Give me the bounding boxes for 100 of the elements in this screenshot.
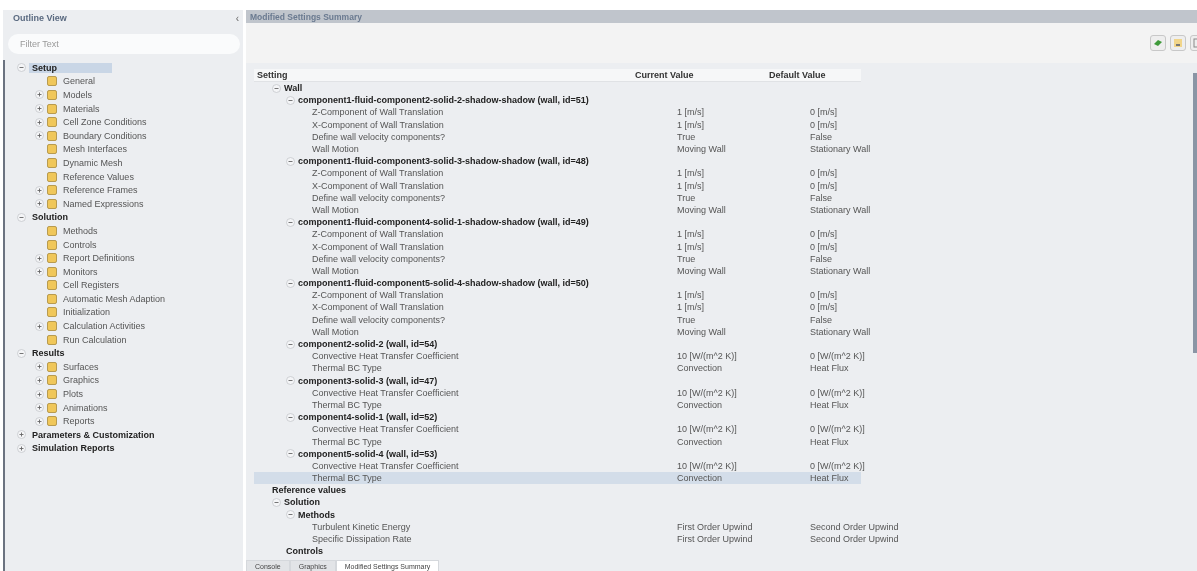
tree-node-icon [47,361,57,372]
expander-icon[interactable] [286,278,295,288]
expander-icon[interactable] [286,510,295,520]
setting-name: Specific Dissipation Rate [312,534,412,545]
tree-node-icon [47,171,57,182]
default-value: 0 [m/s] [809,290,838,301]
tree-node-icon [47,130,57,141]
tree-node-icon [47,185,57,196]
expander-icon[interactable] [35,321,44,331]
default-value: 0 [m/s] [809,107,838,118]
expander-icon[interactable] [286,156,295,166]
tree-item[interactable]: Reports [60,416,98,427]
setting-name: Wall Motion [312,326,359,337]
setting-name: Define wall velocity components? [312,253,446,264]
tree-item[interactable]: General [60,76,99,87]
expander-icon[interactable] [35,403,44,413]
tree-item[interactable]: Graphics [60,375,102,386]
expander-icon[interactable] [17,430,26,440]
current-value: True [676,253,697,264]
column-header: Default Value [768,70,827,80]
expander-icon[interactable] [35,131,44,141]
setting-name: Reference values [272,485,347,496]
tree-item[interactable]: Models [60,90,95,100]
current-value: Convection [676,363,724,374]
tree-item[interactable]: Results [29,348,68,359]
current-value: 10 [W/(m^2 K)] [676,387,738,398]
expander-icon[interactable] [35,104,44,114]
tree-node-icon [47,253,57,264]
expander-icon[interactable] [286,412,295,422]
expander-icon[interactable] [35,199,44,209]
expander-icon[interactable] [17,443,26,453]
expander-icon[interactable] [17,348,26,358]
expander-icon[interactable] [35,90,44,100]
default-value: 0 [W/(m^2 K)] [809,387,866,398]
setting-name: Thermal BC Type [312,473,382,484]
default-value: 0 [m/s] [809,241,838,252]
expander-icon[interactable] [35,416,44,426]
tree-node-icon [47,389,57,400]
tree-item[interactable]: Mesh Interfaces [60,144,131,155]
filter-field[interactable]: Filter Text [8,34,240,54]
expander-icon[interactable] [286,339,295,349]
expander-icon[interactable] [35,185,44,195]
tree-item[interactable]: Automatic Mesh Adaption [60,293,169,304]
expander-icon[interactable] [286,376,295,386]
default-value: 0 [m/s] [809,229,838,240]
tree-item[interactable]: Solution [29,212,71,223]
tree-item[interactable]: Reference Frames [60,185,141,196]
default-value: Heat Flux [809,473,850,484]
current-value: 1 [m/s] [676,229,705,240]
tree-item[interactable]: Named Expressions [60,198,147,209]
expander-icon[interactable] [272,83,281,93]
tree-item[interactable]: Report Definitions [60,253,138,264]
tree-item[interactable]: Monitors [60,266,101,277]
setting-name: component2-solid-2 (wall, id=54) [298,339,438,350]
setting-name: Wall Motion [312,204,359,215]
expander-icon[interactable] [35,267,44,277]
tree-item[interactable]: Controls [60,239,100,250]
tree-item[interactable]: Run Calculation [60,334,130,345]
tree-node-icon [47,280,57,291]
setting-name: Solution [284,497,320,508]
tree-node-icon [47,402,57,413]
tree-node-icon [47,144,57,155]
tree-item[interactable]: Reference Values [60,171,137,182]
current-value: First Order Upwind [676,521,754,532]
tree-item[interactable]: Dynamic Mesh [60,157,126,168]
tree-item[interactable]: Methods [60,225,101,236]
tree-item[interactable]: Cell Zone Conditions [60,117,150,128]
current-value: 1 [m/s] [676,119,705,130]
expander-icon[interactable] [286,95,295,105]
setting-name: Thermal BC Type [312,436,382,447]
tree-item[interactable]: Materials [60,103,103,114]
default-value: Second Order Upwind [809,534,900,545]
expander-icon[interactable] [35,362,44,372]
expander-icon[interactable] [286,217,295,227]
tree-item[interactable]: Calculation Activities [60,321,149,332]
setting-name: Controls [286,546,323,557]
default-value: Stationary Wall [809,265,872,276]
tree-item[interactable]: Boundary Conditions [60,130,150,141]
tree-item[interactable]: Parameters & Customization [29,429,158,440]
expander-icon[interactable] [35,375,44,385]
tree-item[interactable]: Animations [60,402,111,413]
selected-row[interactable]: Thermal BC Type Convection Heat Flux [254,472,861,485]
tree-item[interactable]: Simulation Reports [29,443,118,454]
tree-item[interactable]: Cell Registers [60,280,123,291]
expander-icon[interactable] [286,449,295,459]
setting-name: Wall Motion [312,144,359,155]
expander-icon[interactable] [17,212,26,222]
expander-icon[interactable] [35,389,44,399]
collapse-button[interactable]: ‹ [233,12,241,24]
expander-icon[interactable] [35,253,44,263]
tree-item[interactable]: Setup [29,62,112,73]
tree-item[interactable]: Plots [60,389,86,400]
setting-name: component1-fluid-component4-solid-1-shadow-shadow (wall, id=49) [298,217,589,228]
expander-icon[interactable] [35,117,44,127]
default-value: Stationary Wall [809,144,872,155]
tree-item[interactable]: Surfaces [60,361,102,372]
panel-title: Outline View [13,13,67,23]
expander-icon[interactable] [17,63,26,73]
tree-item[interactable]: Initialization [60,307,114,318]
expander-icon[interactable] [272,497,281,507]
